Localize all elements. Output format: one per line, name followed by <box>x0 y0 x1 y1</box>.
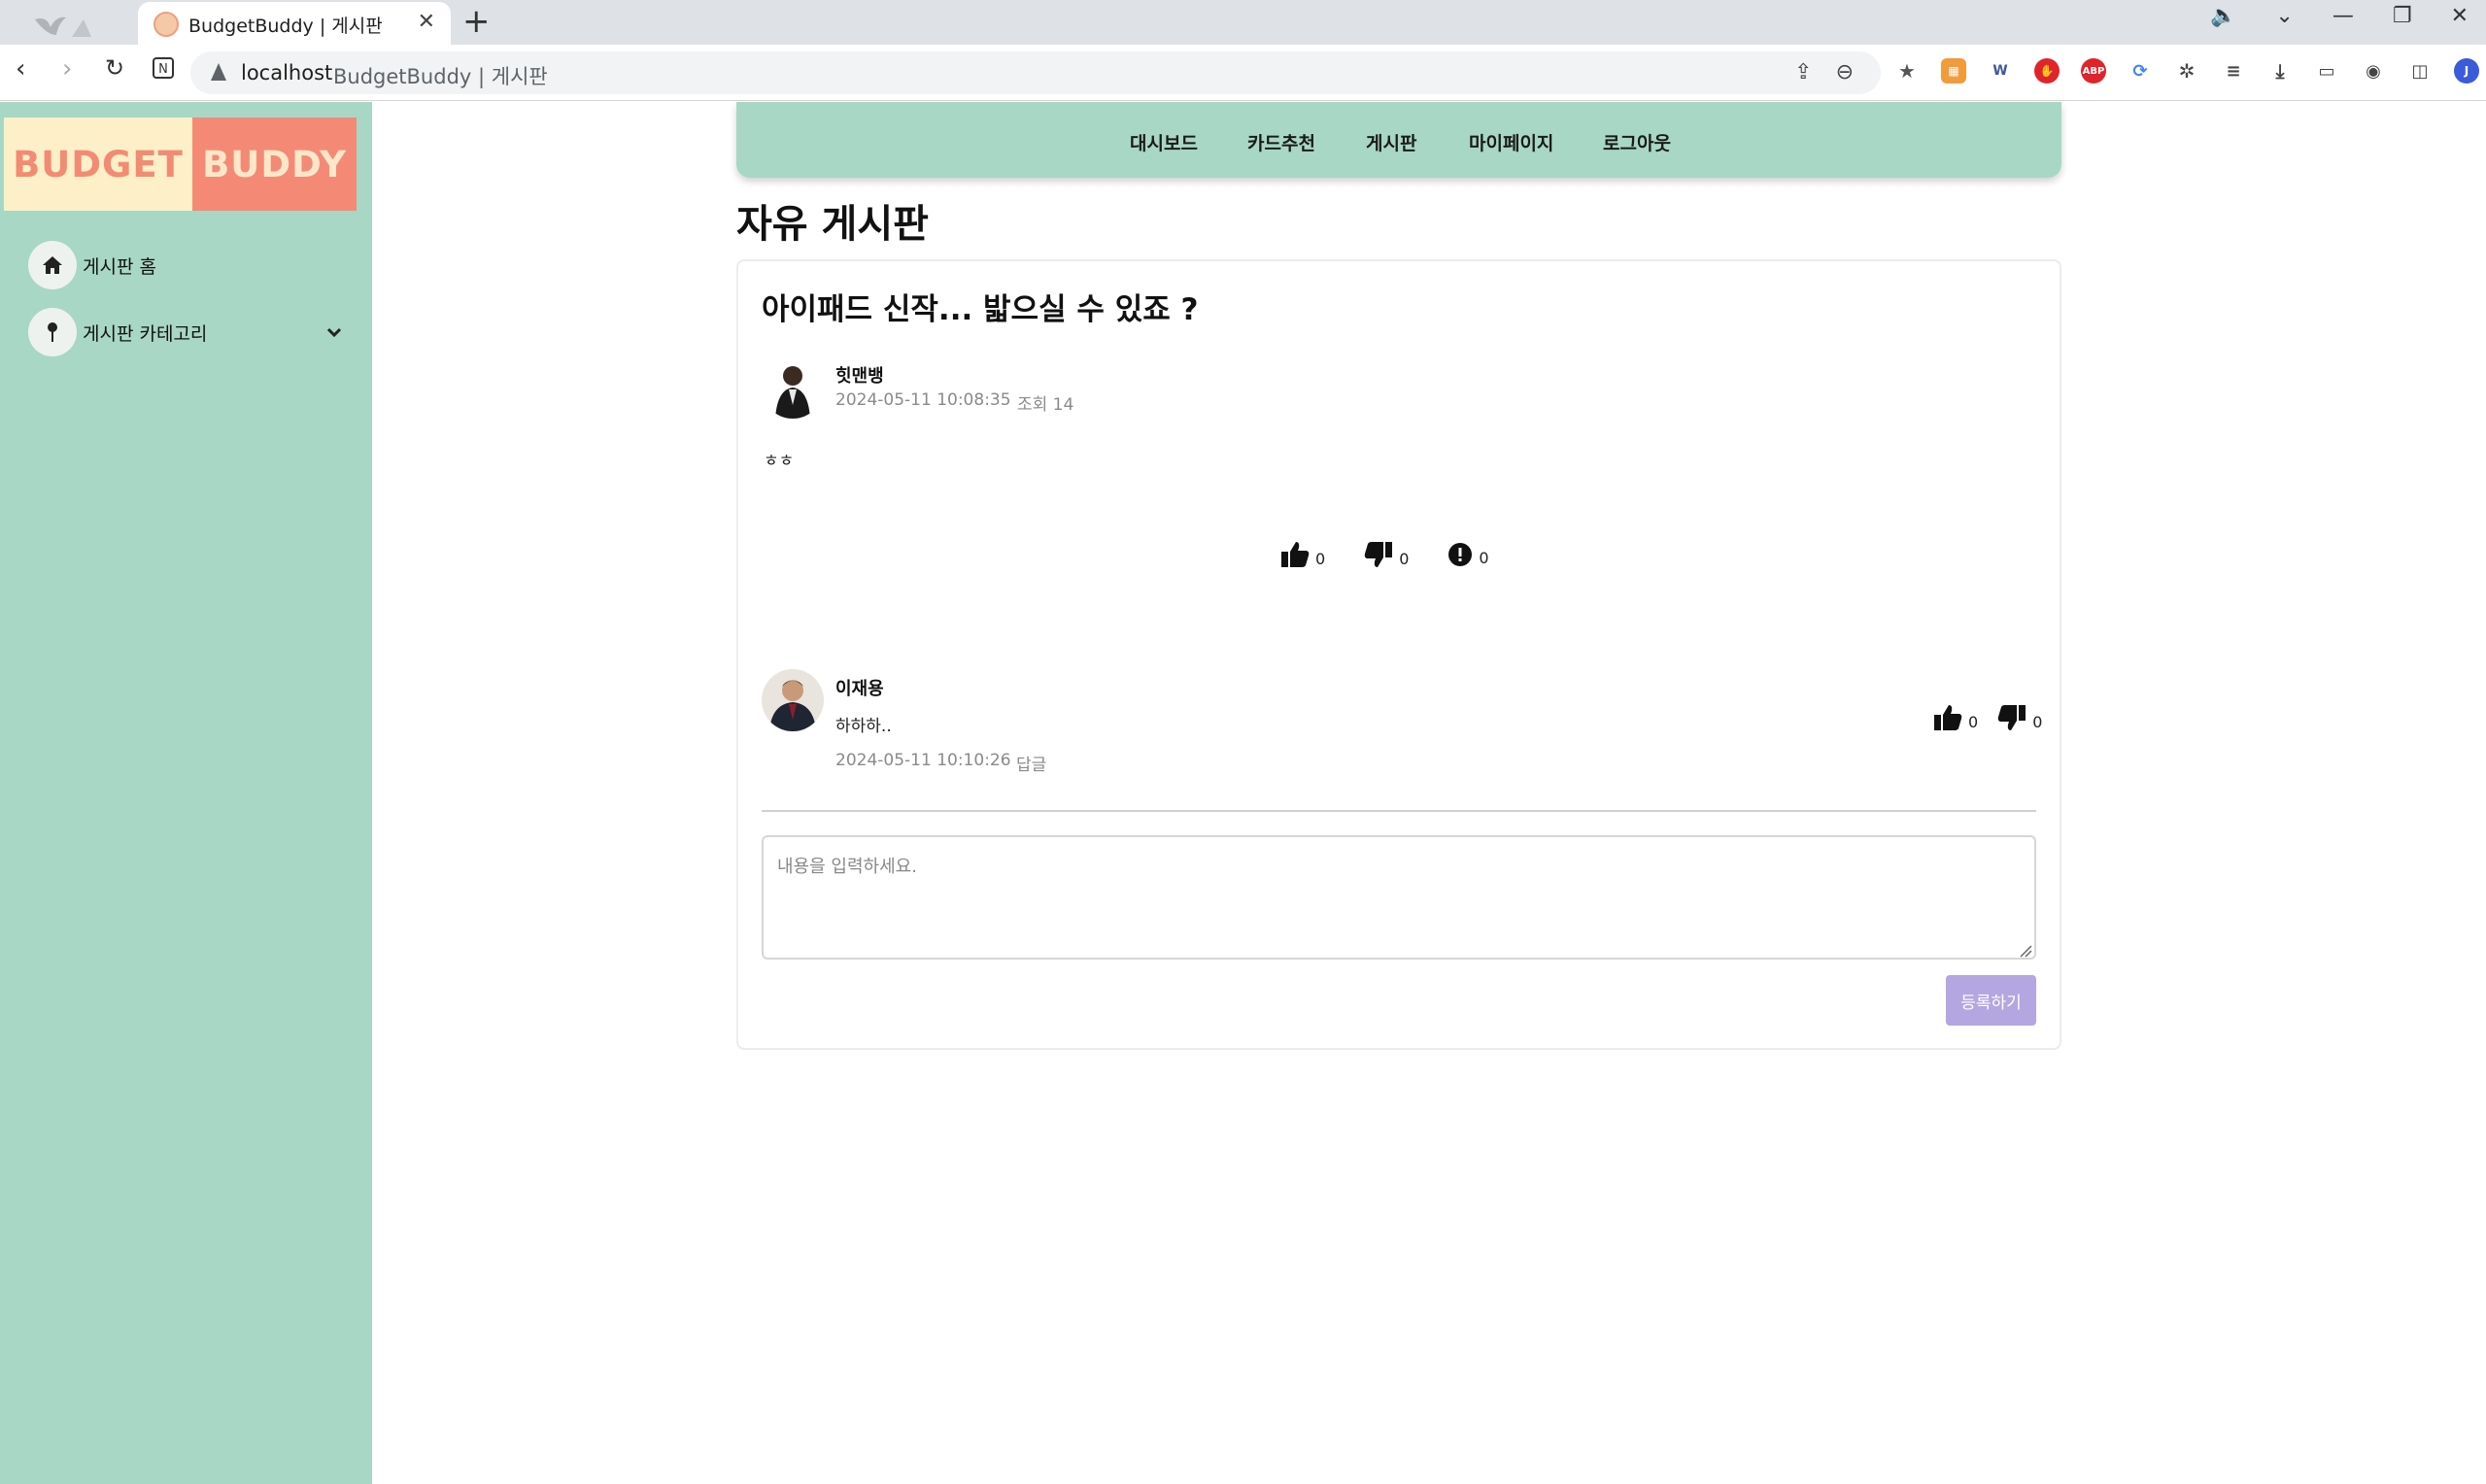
pin-icon <box>28 308 77 356</box>
extension-hand-icon[interactable]: ✋ <box>2034 58 2060 84</box>
profile-avatar-icon[interactable]: J <box>2454 58 2479 84</box>
comment-like-count: 0 <box>1968 713 1979 731</box>
budgetbuddy-favicon-icon <box>153 12 179 37</box>
post-views: 조회 14 <box>1017 395 1074 415</box>
sidebar-item-label: 게시판 카테고리 <box>83 322 208 345</box>
submit-comment-button[interactable]: 등록하기 <box>1946 975 2036 1026</box>
post-author[interactable]: 힛맨뱅 <box>835 362 884 388</box>
post-datetime: 2024-05-11 10:08:35 <box>835 390 1011 410</box>
comment-divider <box>762 810 2036 812</box>
logo-buddy: BUDDY <box>192 118 357 211</box>
chevron-down-icon[interactable] <box>326 326 342 338</box>
reading-list-icon[interactable]: ≡ <box>2221 58 2246 84</box>
new-tab-button[interactable]: + <box>462 4 491 39</box>
exclamation-circle-icon <box>1448 543 1473 566</box>
thumbs-up-icon <box>1281 542 1310 567</box>
side-panel-icon[interactable]: ◫ <box>2407 58 2433 84</box>
url-title: BudgetBuddy | 게시판 <box>333 65 548 88</box>
site-info-icon[interactable] <box>210 61 227 83</box>
sidebar-item-board-home[interactable]: 게시판 홈 <box>28 241 156 289</box>
reply-button[interactable]: 답글 <box>1016 751 1046 775</box>
post-card: 아이패드 신작... 밟으실 수 있죠 ? 힛맨뱅 2024-05-11 10:… <box>736 259 2061 1050</box>
reload-button[interactable]: ↻ <box>105 54 124 82</box>
home-icon <box>28 241 77 289</box>
browser-toolbar: ‹ › ↻ N localhost BudgetBuddy | 게시판 ⇪ ⊖ … <box>0 45 2486 101</box>
extension-sync-icon[interactable]: ⟳ <box>2128 58 2153 84</box>
top-navigation: 대시보드 카드추천 게시판 마이페이지 로그아웃 <box>736 102 2061 178</box>
svg-text:N: N <box>158 62 168 77</box>
tab-title: BudgetBuddy | 게시판 <box>188 16 383 37</box>
notion-icon[interactable]: N <box>152 56 175 86</box>
favorites-icon[interactable]: ★ <box>1894 58 1920 84</box>
puzzle-icon[interactable]: ✲ <box>2174 58 2199 84</box>
nav-board[interactable]: 게시판 <box>1366 129 1416 155</box>
browser-tab-bar: BudgetBuddy | 게시판 ✕ + 🔈 ⌄ — ❐ ✕ <box>0 0 2486 45</box>
sidebar-item-board-category[interactable]: 게시판 카테고리 <box>28 308 207 356</box>
active-tab[interactable]: BudgetBuddy | 게시판 ✕ <box>138 2 451 45</box>
zoom-out-icon[interactable]: ⊖ <box>1836 60 1854 84</box>
dislike-count: 0 <box>1399 550 1410 568</box>
resize-grip-icon[interactable] <box>2019 944 2032 958</box>
page-title: 자유 게시판 <box>736 202 929 247</box>
restore-button[interactable]: ❐ <box>2393 4 2412 28</box>
url-host: localhost <box>241 61 333 84</box>
close-window-button[interactable]: ✕ <box>2451 4 2469 28</box>
share-icon[interactable]: ⇪ <box>1794 60 1812 84</box>
comment-dislike-button[interactable]: 0 <box>1997 704 2042 731</box>
post-title: 아이패드 신작... 밟으실 수 있죠 ? <box>762 292 1199 327</box>
forward-button[interactable]: › <box>62 54 72 84</box>
nav-dashboard[interactable]: 대시보드 <box>1130 129 1198 155</box>
sidebar-item-label: 게시판 홈 <box>83 255 156 278</box>
bird-icon <box>35 17 91 37</box>
logo-budget: BUDGET <box>4 118 192 211</box>
thumbs-down-icon <box>1997 705 2026 730</box>
dislike-button[interactable]: 0 <box>1364 541 1409 568</box>
author-avatar[interactable] <box>762 356 824 419</box>
nav-mypage[interactable]: 마이페이지 <box>1469 129 1553 155</box>
window-controls: 🔈 ⌄ — ❐ ✕ <box>2210 4 2469 28</box>
nav-logout[interactable]: 로그아웃 <box>1603 129 1671 155</box>
back-button[interactable]: ‹ <box>16 54 25 84</box>
screen-capture-icon[interactable]: ▭ <box>2314 58 2339 84</box>
pinned-tab[interactable] <box>21 6 128 45</box>
comment-input[interactable] <box>762 835 2036 960</box>
report-count: 0 <box>1479 549 1489 567</box>
close-icon[interactable]: ✕ <box>418 10 435 34</box>
extension-w-icon[interactable]: W <box>1988 58 2013 84</box>
comment-author[interactable]: 이재용 <box>835 675 884 700</box>
download-icon[interactable]: ⤓ <box>2267 58 2293 84</box>
budgetbuddy-logo[interactable]: BUDGET BUDDY <box>4 118 357 211</box>
address-bar[interactable]: localhost BudgetBuddy | 게시판 ⇪ ⊖ <box>190 51 1881 94</box>
comment-datetime: 2024-05-11 10:10:26 <box>835 751 1011 770</box>
like-button[interactable]: 0 <box>1280 541 1325 568</box>
like-count: 0 <box>1315 550 1326 568</box>
post-content: ㅎㅎ <box>764 452 795 471</box>
extensions-row: ★ ▦ W ✋ ABP ⟳ ✲ ≡ ⤓ ▭ ◉ ◫ J ⋮ <box>1894 58 2486 84</box>
camera-icon[interactable]: ◉ <box>2361 58 2386 84</box>
sidebar: BUDGET BUDDY 게시판 홈 게시판 카테고리 <box>0 102 372 1484</box>
comment-dislike-count: 0 <box>2032 713 2043 731</box>
minimize-button[interactable]: — <box>2333 4 2354 28</box>
report-button[interactable]: 0 <box>1447 542 1489 567</box>
post-reactions: 0 0 0 <box>1280 541 1489 568</box>
extension-grid-icon[interactable]: ▦ <box>1941 58 1966 84</box>
comment-content: 하하하.. <box>835 717 892 736</box>
commenter-avatar[interactable] <box>762 669 824 731</box>
comment-reactions: 0 0 <box>1933 704 2042 731</box>
thumbs-down-icon <box>1364 542 1393 567</box>
nav-card-recommend[interactable]: 카드추천 <box>1247 129 1315 155</box>
speaker-icon[interactable]: 🔈 <box>2210 4 2236 28</box>
adblock-icon[interactable]: ABP <box>2081 58 2106 84</box>
chevron-down-icon[interactable]: ⌄ <box>2275 4 2293 28</box>
thumbs-up-icon <box>1934 705 1962 730</box>
comment-like-button[interactable]: 0 <box>1933 704 1978 731</box>
